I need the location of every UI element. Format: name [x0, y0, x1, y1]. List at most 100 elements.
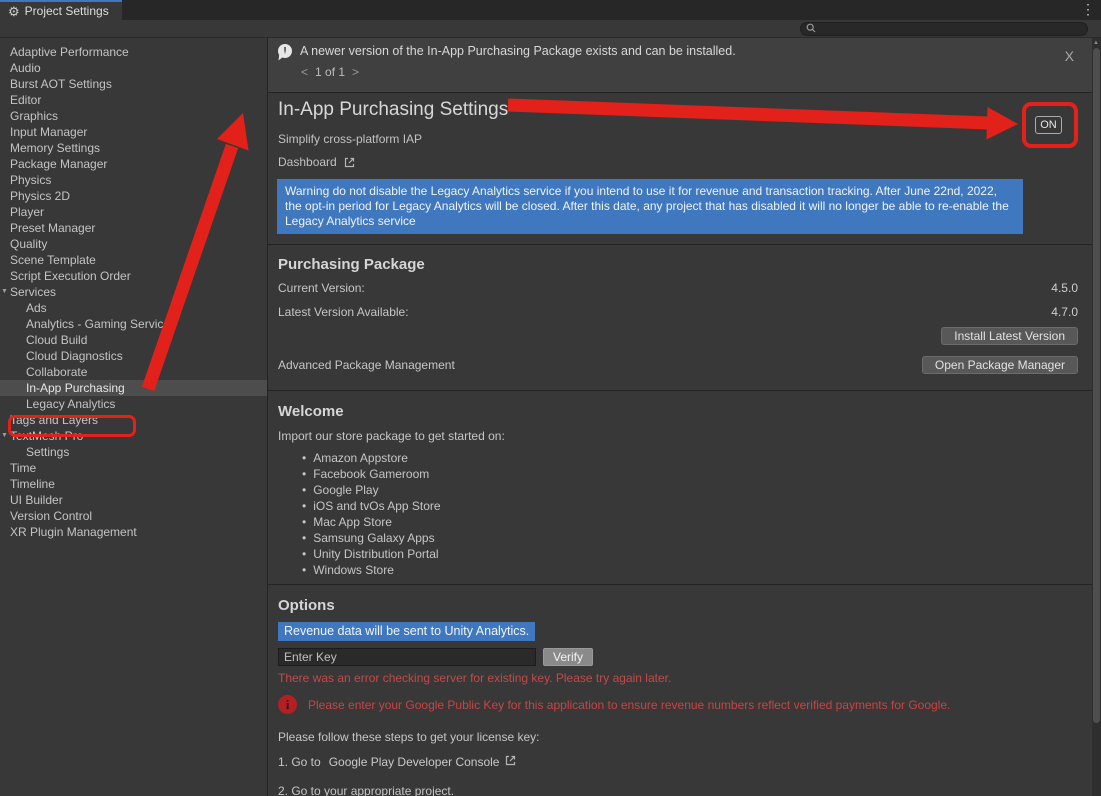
- close-icon[interactable]: X: [1065, 48, 1074, 64]
- sidebar-item[interactable]: Player: [0, 204, 267, 220]
- sidebar-item[interactable]: Physics 2D: [0, 188, 267, 204]
- scrollbar-thumb[interactable]: [1093, 48, 1100, 723]
- notification-pager: < 1 of 1 >: [301, 65, 1082, 79]
- verify-button[interactable]: Verify: [543, 648, 593, 666]
- google-play-console-link[interactable]: Google Play Developer Console: [329, 755, 500, 769]
- pager-prev-icon[interactable]: <: [301, 65, 308, 79]
- store-name: Samsung Galaxy Apps: [313, 531, 434, 545]
- step-1-prefix: 1. Go to: [278, 755, 321, 769]
- tab-project-settings[interactable]: ⚙ Project Settings: [0, 0, 122, 20]
- sidebar-item-label: Adaptive Performance: [10, 45, 129, 59]
- sidebar-item-label: Tags and Layers: [10, 413, 98, 427]
- search-input[interactable]: [820, 23, 1082, 35]
- sidebar-item[interactable]: Audio: [0, 60, 267, 76]
- search-box[interactable]: [800, 22, 1088, 36]
- sidebar-item[interactable]: Analytics - Gaming Services: [0, 316, 267, 332]
- vertical-scrollbar[interactable]: ▲: [1092, 38, 1101, 796]
- welcome-intro: Import our store package to get started …: [278, 429, 1078, 443]
- tab-strip: ⚙ Project Settings ⋮: [0, 0, 1101, 20]
- sidebar-item-label: Cloud Build: [26, 333, 87, 347]
- external-link-icon: [343, 156, 356, 169]
- store-list-item: Amazon Appstore: [302, 450, 1078, 466]
- store-name: Windows Store: [313, 563, 394, 577]
- sidebar-item[interactable]: Script Execution Order: [0, 268, 267, 284]
- store-list-item: Google Play: [302, 482, 1078, 498]
- sidebar-item-label: Settings: [26, 445, 69, 459]
- sidebar-item[interactable]: Physics: [0, 172, 267, 188]
- sidebar-item-label: Legacy Analytics: [26, 397, 115, 411]
- welcome-section: Welcome Import our store package to get …: [268, 403, 1092, 578]
- sidebar-item-label: Player: [10, 205, 44, 219]
- sidebar-item-label: Burst AOT Settings: [10, 77, 112, 91]
- sidebar-item[interactable]: Input Manager: [0, 124, 267, 140]
- sidebar-item[interactable]: Cloud Build: [0, 332, 267, 348]
- sidebar-item-label: Graphics: [10, 109, 58, 123]
- open-package-manager-button[interactable]: Open Package Manager: [922, 356, 1078, 374]
- sidebar-item-label: Script Execution Order: [10, 269, 131, 283]
- iap-on-toggle[interactable]: ON: [1035, 116, 1062, 134]
- sidebar-item-label: Ads: [26, 301, 47, 315]
- store-list-item: Mac App Store: [302, 514, 1078, 530]
- sidebar-item[interactable]: Settings: [0, 444, 267, 460]
- sidebar-item-label: Collaborate: [26, 365, 87, 379]
- sidebar-item[interactable]: Quality: [0, 236, 267, 252]
- options-section: Options Revenue data will be sent to Uni…: [268, 597, 1092, 796]
- sidebar-item[interactable]: In-App Purchasing: [0, 380, 267, 396]
- sidebar-item-label: Cloud Diagnostics: [26, 349, 123, 363]
- sidebar-item[interactable]: Version Control: [0, 508, 267, 524]
- toolbar: [0, 20, 1101, 38]
- install-latest-version-button[interactable]: Install Latest Version: [941, 327, 1078, 345]
- sidebar-item[interactable]: Adaptive Performance: [0, 44, 267, 60]
- current-version-value: 4.5.0: [1051, 281, 1078, 295]
- sidebar-item-label: Input Manager: [10, 125, 87, 139]
- sidebar-item[interactable]: Scene Template: [0, 252, 267, 268]
- sidebar-item-label: TextMesh Pro: [10, 429, 83, 443]
- store-name: Google Play: [313, 483, 378, 497]
- sidebar-item-label: Physics: [10, 173, 51, 187]
- sidebar-item[interactable]: Preset Manager: [0, 220, 267, 236]
- pager-next-icon[interactable]: >: [352, 65, 359, 79]
- sidebar-item-label: Scene Template: [10, 253, 96, 267]
- project-settings-window: ⚙ Project Settings ⋮ Adaptive Performanc…: [0, 0, 1101, 796]
- current-version-label: Current Version:: [278, 281, 365, 295]
- sidebar-item-label: Package Manager: [10, 157, 107, 171]
- sidebar-item[interactable]: Graphics: [0, 108, 267, 124]
- store-list-item: Samsung Galaxy Apps: [302, 530, 1078, 546]
- external-link-icon: [504, 754, 517, 770]
- kebab-menu-icon[interactable]: ⋮: [1081, 1, 1095, 18]
- sidebar-item[interactable]: Tags and Layers: [0, 412, 267, 428]
- sidebar-item[interactable]: Cloud Diagnostics: [0, 348, 267, 364]
- error-info-icon: i: [278, 695, 297, 714]
- pager-label: 1 of 1: [315, 65, 345, 79]
- store-list-item: Unity Distribution Portal: [302, 546, 1078, 562]
- purchasing-package-section: Purchasing Package Current Version: 4.5.…: [268, 256, 1092, 374]
- sidebar-item[interactable]: Ads: [0, 300, 267, 316]
- legacy-analytics-warning: Warning do not disable the Legacy Analyt…: [277, 179, 1023, 234]
- sidebar-item[interactable]: Package Manager: [0, 156, 267, 172]
- sidebar-item[interactable]: Timeline: [0, 476, 267, 492]
- sidebar-item[interactable]: Collaborate: [0, 364, 267, 380]
- store-list-item: Facebook Gameroom: [302, 466, 1078, 482]
- sidebar-item[interactable]: Editor: [0, 92, 267, 108]
- sidebar-item[interactable]: Legacy Analytics: [0, 396, 267, 412]
- sidebar-item[interactable]: Time: [0, 460, 267, 476]
- sidebar-item[interactable]: Memory Settings: [0, 140, 267, 156]
- dashboard-link[interactable]: Dashboard: [278, 155, 356, 169]
- store-name: Unity Distribution Portal: [313, 547, 438, 561]
- steps-intro: Please follow these steps to get your li…: [278, 730, 1078, 744]
- server-error-text: There was an error checking server for e…: [278, 671, 1078, 685]
- sidebar-item[interactable]: XR Plugin Management: [0, 524, 267, 540]
- sidebar-item-label: Physics 2D: [10, 189, 70, 203]
- sidebar-item[interactable]: Burst AOT Settings: [0, 76, 267, 92]
- gear-icon: ⚙: [8, 5, 20, 18]
- google-key-input[interactable]: [278, 648, 536, 666]
- sidebar-item[interactable]: Services: [0, 284, 267, 300]
- revenue-note-badge: Revenue data will be sent to Unity Analy…: [278, 622, 535, 641]
- scroll-up-arrow-icon[interactable]: ▲: [1093, 40, 1099, 46]
- welcome-heading: Welcome: [278, 403, 1078, 420]
- latest-version-label: Latest Version Available:: [278, 305, 409, 319]
- sidebar-item-label: Editor: [10, 93, 41, 107]
- sidebar-item[interactable]: TextMesh Pro: [0, 428, 267, 444]
- sidebar-item[interactable]: UI Builder: [0, 492, 267, 508]
- notification-bar: ! A newer version of the In-App Purchasi…: [268, 38, 1092, 92]
